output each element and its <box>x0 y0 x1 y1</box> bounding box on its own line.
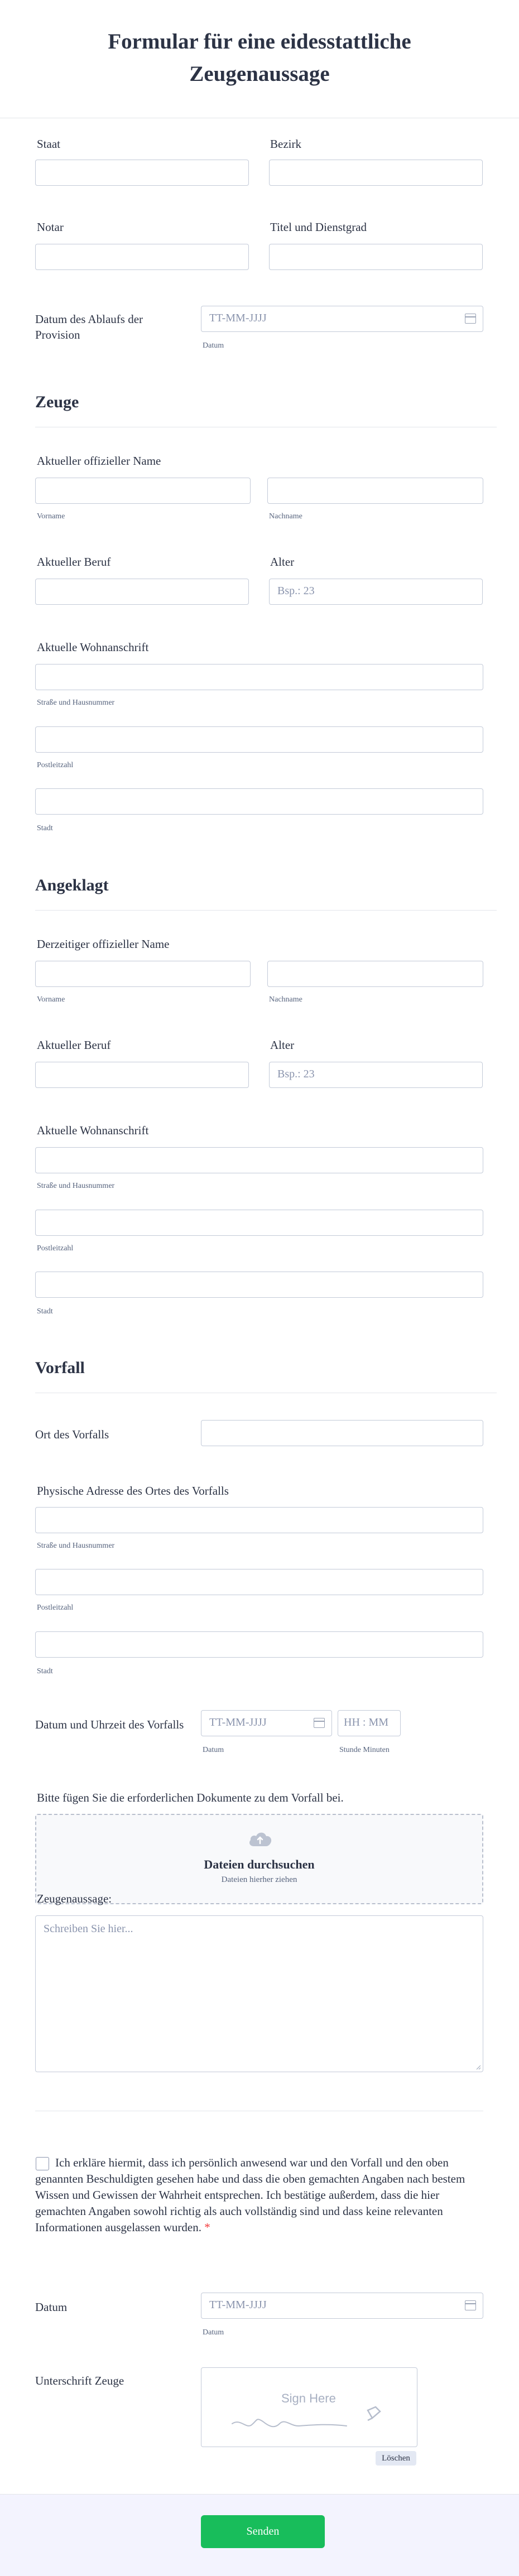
resize-handle-icon[interactable] <box>475 2064 481 2070</box>
defendant-zip-input[interactable] <box>35 1210 483 1236</box>
state-input[interactable] <box>35 160 249 186</box>
page-title: Formular für eine eidesstattliche Zeugen… <box>0 26 519 90</box>
expiry-label-line-2: Provision <box>35 328 80 341</box>
defendant-job-label: Aktueller Beruf <box>37 1038 111 1052</box>
expiry-date-sublabel: Datum <box>203 341 224 350</box>
defendant-age-placeholder: Bsp.: 23 <box>277 1068 315 1080</box>
submit-button[interactable]: Senden <box>201 2515 325 2548</box>
statement-placeholder: Schreiben Sie hier... <box>44 1923 133 1935</box>
defendant-first-name-sublabel: Vorname <box>37 995 65 1004</box>
upload-title: Dateien durchsuchen <box>204 1857 315 1871</box>
incident-time-placeholder: HH : MM <box>344 1716 389 1728</box>
title-line-1: Formular für eine eidesstattliche <box>108 30 411 54</box>
signature-scribble-icon <box>232 2406 381 2428</box>
defendant-street-sublabel: Straße und Hausnummer <box>37 1182 115 1190</box>
defendant-city-sublabel: Stadt <box>37 1307 53 1316</box>
witness-last-name-sublabel: Nachname <box>269 512 302 521</box>
title-rank-label: Titel und Dienstgrad <box>270 220 367 234</box>
defendant-first-name-input[interactable] <box>35 961 251 987</box>
upload-subtitle: Dateien hierher ziehen <box>221 1875 297 1884</box>
incident-street-input[interactable] <box>35 1507 483 1533</box>
witness-job-label: Aktueller Beruf <box>37 555 111 569</box>
defendant-age-input[interactable]: Bsp.: 23 <box>269 1062 483 1088</box>
incident-date-placeholder: TT-MM-JJJJ <box>209 1716 267 1728</box>
notary-label: Notar <box>37 220 64 234</box>
required-mark: * <box>204 2221 210 2234</box>
signature-pad[interactable]: Sign Here <box>201 2367 417 2447</box>
expiry-label-line-1: Datum des Ablaufs der <box>35 312 143 326</box>
incident-datetime-label: Datum und Uhrzeit des Vorfalls <box>35 1718 184 1731</box>
declaration-text: Ich erkläre hiermit, dass ich persönlich… <box>35 2155 487 2236</box>
expiry-date-placeholder: TT-MM-JJJJ <box>209 312 267 324</box>
incident-city-sublabel: Stadt <box>37 1667 53 1675</box>
incident-location-label: Ort des Vorfalls <box>35 1428 109 1441</box>
declaration-date-input[interactable]: TT-MM-JJJJ <box>201 2293 483 2319</box>
cloud-upload-icon <box>249 1832 272 1846</box>
defendant-section-title: Angeklagt <box>35 876 109 894</box>
calendar-icon[interactable] <box>465 2300 476 2310</box>
calendar-icon[interactable] <box>314 1718 325 1728</box>
incident-zip-sublabel: Postleitzahl <box>37 1604 74 1612</box>
witness-zip-sublabel: Postleitzahl <box>37 761 74 769</box>
witness-address-label: Aktuelle Wohnanschrift <box>37 641 149 654</box>
declaration-date-placeholder: TT-MM-JJJJ <box>209 2299 267 2311</box>
witness-job-input[interactable] <box>35 579 249 605</box>
witness-city-sublabel: Stadt <box>37 824 53 832</box>
declaration-date-label: Datum <box>35 2300 68 2314</box>
incident-time-sublabel: Stunde Minuten <box>339 1746 390 1754</box>
incident-time-input[interactable]: HH : MM <box>338 1710 401 1736</box>
witness-street-input[interactable] <box>35 664 483 690</box>
witness-name-label: Aktueller offizieller Name <box>37 454 161 468</box>
witness-zip-input[interactable] <box>35 726 483 753</box>
incident-city-input[interactable] <box>35 1631 483 1658</box>
witness-first-name-sublabel: Vorname <box>37 512 65 521</box>
notary-input[interactable] <box>35 244 249 270</box>
declaration-body: Ich erkläre hiermit, dass ich persönlich… <box>35 2156 465 2234</box>
defendant-job-input[interactable] <box>35 1062 249 1088</box>
calendar-icon[interactable] <box>465 314 476 324</box>
incident-address-label: Physische Adresse des Ortes des Vorfalls <box>37 1484 229 1498</box>
witness-age-placeholder: Bsp.: 23 <box>277 585 315 597</box>
clear-signature-button[interactable]: Löschen <box>376 2451 416 2466</box>
witness-city-input[interactable] <box>35 788 483 815</box>
title-rank-input[interactable] <box>269 244 483 270</box>
defendant-street-input[interactable] <box>35 1147 483 1173</box>
incident-location-input[interactable] <box>201 1420 483 1446</box>
defendant-last-name-input[interactable] <box>267 961 483 987</box>
defendant-city-input[interactable] <box>35 1272 483 1298</box>
witness-age-label: Alter <box>270 555 295 569</box>
witness-last-name-input[interactable] <box>267 478 483 504</box>
defendant-address-label: Aktuelle Wohnanschrift <box>37 1124 149 1137</box>
defendant-age-label: Alter <box>270 1038 295 1052</box>
title-line-2: Zeugenaussage <box>189 62 330 86</box>
expiry-date-input[interactable]: TT-MM-JJJJ <box>201 306 483 332</box>
incident-date-input[interactable]: TT-MM-JJJJ <box>201 1710 332 1736</box>
witness-age-input[interactable]: Bsp.: 23 <box>269 579 483 605</box>
witness-street-sublabel: Straße und Hausnummer <box>37 699 115 707</box>
incident-street-sublabel: Straße und Hausnummer <box>37 1542 115 1550</box>
witness-section-title: Zeuge <box>35 393 79 411</box>
district-label: Bezirk <box>270 137 301 151</box>
statement-label: Zeugenaussage: <box>37 1892 112 1905</box>
defendant-name-label: Derzeitiger offizieller Name <box>37 937 170 951</box>
defendant-zip-sublabel: Postleitzahl <box>37 1244 74 1253</box>
expiry-label: Datum des Ablaufs der Provision <box>35 311 143 343</box>
incident-zip-input[interactable] <box>35 1569 483 1595</box>
incident-docs-label: Bitte fügen Sie die erforderlichen Dokum… <box>37 1791 344 1804</box>
incident-date-sublabel: Datum <box>203 1746 224 1754</box>
signature-label: Unterschrift Zeuge <box>35 2374 124 2387</box>
district-input[interactable] <box>269 160 483 186</box>
incident-section-title: Vorfall <box>35 1359 85 1377</box>
state-label: Staat <box>37 137 60 151</box>
defendant-divider <box>35 910 497 911</box>
statement-textarea[interactable]: Schreiben Sie hier... <box>35 1915 483 2072</box>
defendant-last-name-sublabel: Nachname <box>269 995 302 1004</box>
declaration-date-sublabel: Datum <box>203 2328 224 2337</box>
witness-first-name-input[interactable] <box>35 478 251 504</box>
